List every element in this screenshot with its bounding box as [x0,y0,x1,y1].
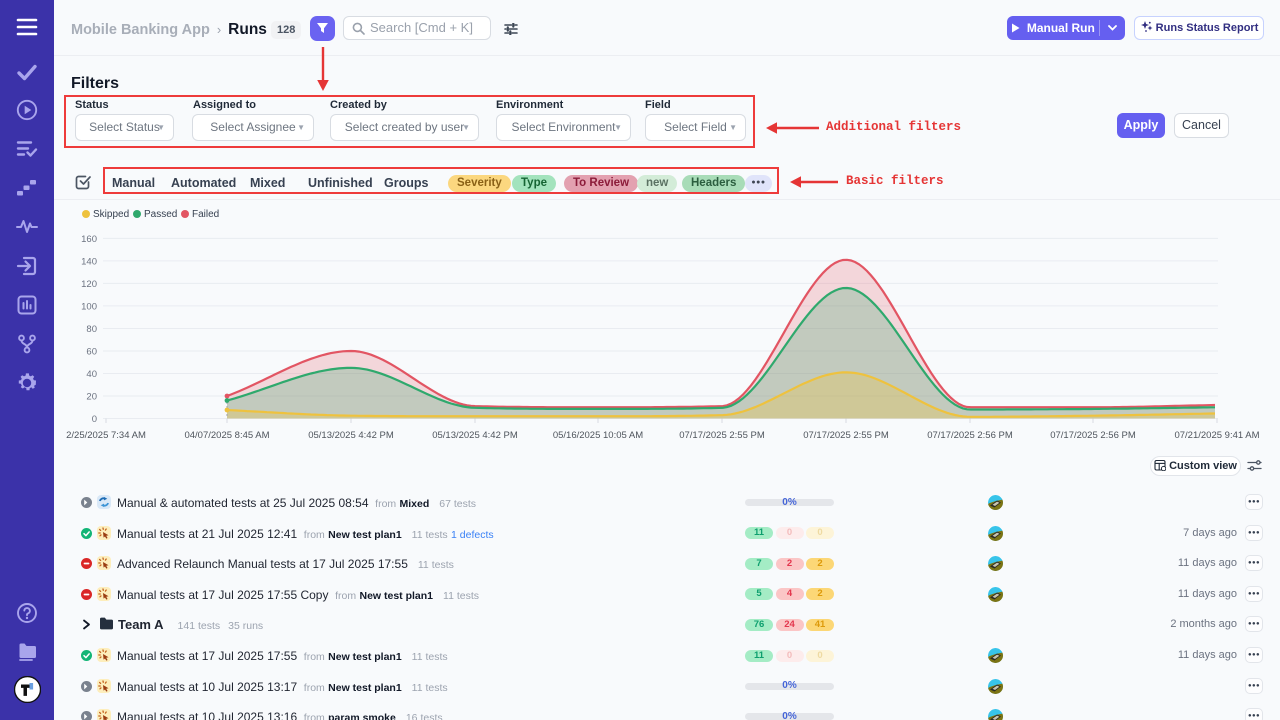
svg-text:60: 60 [86,347,97,358]
svg-text:07/17/2025 2:56 PM: 07/17/2025 2:56 PM [1050,430,1136,441]
svg-text:07/21/2025 9:41 AM: 07/21/2025 9:41 AM [1174,430,1259,441]
svg-text:140: 140 [81,256,97,267]
svg-text:2/25/2025 7:34 AM: 2/25/2025 7:34 AM [66,430,146,441]
svg-text:100: 100 [81,301,97,312]
svg-text:07/17/2025 2:55 PM: 07/17/2025 2:55 PM [803,430,889,441]
svg-text:0: 0 [92,414,97,425]
svg-text:160: 160 [81,234,97,245]
svg-text:05/13/2025 4:42 PM: 05/13/2025 4:42 PM [308,430,394,441]
svg-text:07/17/2025 2:55 PM: 07/17/2025 2:55 PM [679,430,765,441]
svg-text:04/07/2025 8:45 AM: 04/07/2025 8:45 AM [184,430,269,441]
svg-text:07/17/2025 2:56 PM: 07/17/2025 2:56 PM [927,430,1013,441]
svg-text:20: 20 [86,392,97,403]
svg-text:120: 120 [81,279,97,290]
svg-text:05/13/2025 4:42 PM: 05/13/2025 4:42 PM [432,430,518,441]
svg-text:80: 80 [86,324,97,335]
svg-text:05/16/2025 10:05 AM: 05/16/2025 10:05 AM [553,430,643,441]
svg-text:40: 40 [86,369,97,380]
